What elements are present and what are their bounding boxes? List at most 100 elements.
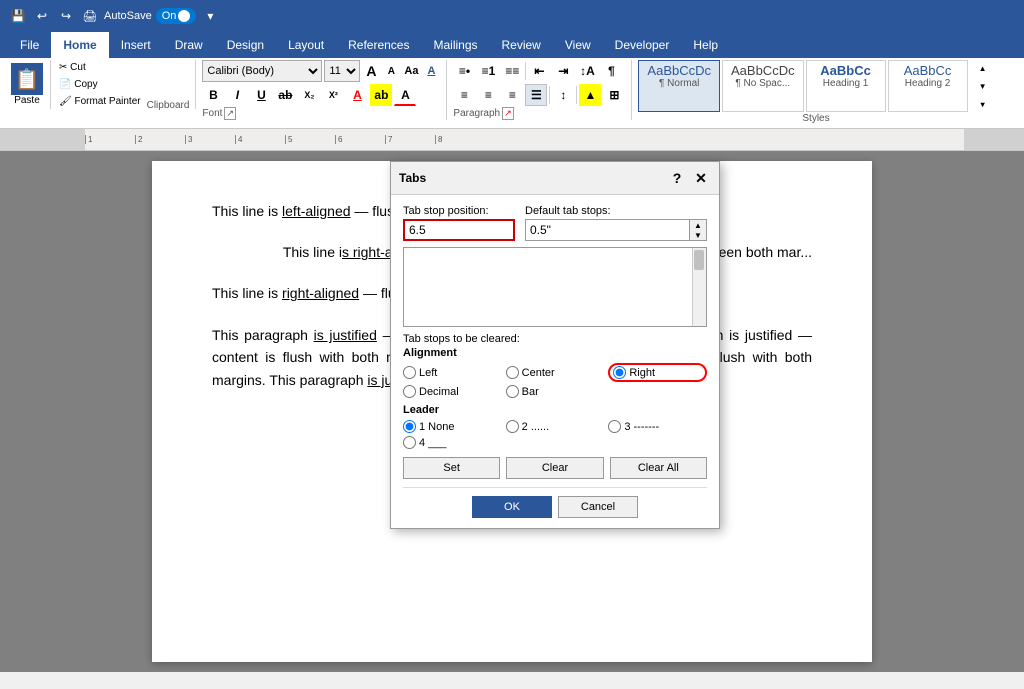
- font-family-selector[interactable]: Calibri (Body): [202, 60, 322, 82]
- para-expand-icon[interactable]: ↗: [502, 107, 514, 120]
- cut-button[interactable]: ✂ Cut: [55, 60, 145, 75]
- ruler: 1 2 3 4 5 6 7 8: [0, 129, 1024, 151]
- tab-draw[interactable]: Draw: [163, 32, 215, 58]
- clear-button[interactable]: Clear: [506, 457, 603, 479]
- align-left-radio[interactable]: [403, 366, 416, 379]
- autosave-toggle[interactable]: On: [156, 8, 197, 24]
- tab-review[interactable]: Review: [490, 32, 553, 58]
- tab-view[interactable]: View: [553, 32, 603, 58]
- bold-button[interactable]: B: [202, 84, 224, 106]
- ok-button[interactable]: OK: [472, 496, 552, 518]
- font-label-row: Font ↗: [202, 107, 440, 120]
- align-center-radio[interactable]: [506, 366, 519, 379]
- style-heading1[interactable]: AaBbCc Heading 1: [806, 60, 886, 112]
- ruler-left-margin: [0, 129, 85, 150]
- cancel-button[interactable]: Cancel: [558, 496, 638, 518]
- multilevel-list-button[interactable]: ≡≡: [501, 60, 523, 82]
- change-case-button[interactable]: Aa: [402, 62, 420, 80]
- line-spacing-button[interactable]: ↕: [552, 84, 574, 106]
- sort-button[interactable]: ↕A: [576, 60, 598, 82]
- leader-1-option[interactable]: 1 None: [403, 420, 502, 433]
- styles-more[interactable]: ▾: [972, 96, 994, 112]
- paste-icon: 📋: [11, 63, 43, 95]
- font-grow-button[interactable]: A: [362, 62, 380, 80]
- italic-button[interactable]: I: [226, 84, 248, 106]
- tab-design[interactable]: Design: [215, 32, 276, 58]
- default-tab-value-input[interactable]: [526, 220, 689, 240]
- text-effects-button[interactable]: A: [422, 62, 440, 80]
- tab-home[interactable]: Home: [51, 32, 108, 58]
- paste-button[interactable]: 📋 Paste: [4, 60, 50, 109]
- redo-icon[interactable]: ↪: [56, 6, 76, 26]
- show-formatting-button[interactable]: ¶: [600, 60, 622, 82]
- superscript-button[interactable]: X²: [322, 84, 344, 106]
- align-bar-option[interactable]: Bar: [506, 385, 605, 398]
- style-heading2[interactable]: AaBbCc Heading 2: [888, 60, 968, 112]
- copy-button[interactable]: 📄 Copy: [55, 77, 145, 92]
- increase-indent-button[interactable]: ⇥: [552, 60, 574, 82]
- styles-scroll-up[interactable]: ▲: [972, 60, 994, 76]
- bullets-button[interactable]: ≡•: [453, 60, 475, 82]
- style-no-spacing[interactable]: AaBbCcDc ¶ No Spac...: [722, 60, 804, 112]
- tab-help[interactable]: Help: [681, 32, 730, 58]
- align-right-radio[interactable]: [613, 366, 626, 379]
- align-left-option[interactable]: Left: [403, 363, 502, 382]
- font-color-button[interactable]: A: [394, 84, 416, 106]
- justify-button[interactable]: ☰: [525, 84, 547, 106]
- set-button[interactable]: Set: [403, 457, 500, 479]
- styles-scroll-down[interactable]: ▼: [972, 78, 994, 94]
- tabs-dialog: Tabs ? ✕ Tab stop position: Default tab …: [390, 161, 720, 529]
- align-right-button[interactable]: ≡: [501, 84, 523, 106]
- leader-2-option[interactable]: 2 ......: [506, 420, 605, 433]
- borders-button[interactable]: ⊞: [603, 84, 625, 106]
- format-painter-button[interactable]: 🖌 Format Painter: [55, 94, 145, 109]
- font-expand-icon[interactable]: ↗: [224, 107, 236, 120]
- align-right-option[interactable]: Right: [608, 363, 707, 382]
- leader-3-radio[interactable]: [608, 420, 621, 433]
- align-decimal-radio[interactable]: [403, 385, 416, 398]
- highlight-button[interactable]: ab: [370, 84, 392, 106]
- shading-button[interactable]: ▲: [579, 84, 601, 106]
- text-color-button[interactable]: A: [346, 84, 368, 106]
- customize-qat-icon[interactable]: ▾: [200, 6, 220, 26]
- separator1: [525, 62, 526, 80]
- dialog-title-text: Tabs: [399, 171, 426, 185]
- tab-mailings[interactable]: Mailings: [421, 32, 489, 58]
- leader-4-option[interactable]: 4 ___: [403, 436, 502, 449]
- save-icon[interactable]: 💾: [8, 6, 28, 26]
- align-bar-radio[interactable]: [506, 385, 519, 398]
- spin-down-button[interactable]: ▼: [690, 230, 706, 240]
- style-normal[interactable]: AaBbCcDc ¶ Normal: [638, 60, 720, 112]
- clear-all-button[interactable]: Clear All: [610, 457, 707, 479]
- subscript-button[interactable]: X₂: [298, 84, 320, 106]
- font-shrink-button[interactable]: A: [382, 62, 400, 80]
- dialog-help-button[interactable]: ?: [667, 168, 687, 188]
- align-decimal-option[interactable]: Decimal: [403, 385, 502, 398]
- align-center-option[interactable]: Center: [506, 363, 605, 382]
- tab-file[interactable]: File: [8, 32, 51, 58]
- strikethrough-button[interactable]: ab: [274, 84, 296, 106]
- underline-button[interactable]: U: [250, 84, 272, 106]
- default-tab-stops-spinner: ▲ ▼: [525, 219, 707, 241]
- leader-1-radio[interactable]: [403, 420, 416, 433]
- clipboard-sub: ✂ Cut 📄 Copy 🖌 Format Painter: [50, 60, 145, 109]
- default-tab-stops-col: Default tab stops: ▲ ▼: [525, 205, 707, 241]
- decrease-indent-button[interactable]: ⇤: [528, 60, 550, 82]
- tab-layout[interactable]: Layout: [276, 32, 336, 58]
- tab-insert[interactable]: Insert: [109, 32, 163, 58]
- spin-up-button[interactable]: ▲: [690, 220, 706, 230]
- leader-3-option[interactable]: 3 -------: [608, 420, 707, 433]
- tab-references[interactable]: References: [336, 32, 421, 58]
- tab-developer[interactable]: Developer: [603, 32, 682, 58]
- leader-4-radio[interactable]: [403, 436, 416, 449]
- dialog-close-button[interactable]: ✕: [691, 168, 711, 188]
- tab-stops-list[interactable]: [403, 247, 707, 327]
- tab-stop-position-input[interactable]: [403, 219, 515, 241]
- align-center-button[interactable]: ≡: [477, 84, 499, 106]
- align-left-button[interactable]: ≡: [453, 84, 475, 106]
- numbering-button[interactable]: ≡1: [477, 60, 499, 82]
- print-icon[interactable]: 🖨: [80, 6, 100, 26]
- leader-2-radio[interactable]: [506, 420, 519, 433]
- font-size-selector[interactable]: 11: [324, 60, 360, 82]
- undo-icon[interactable]: ↩: [32, 6, 52, 26]
